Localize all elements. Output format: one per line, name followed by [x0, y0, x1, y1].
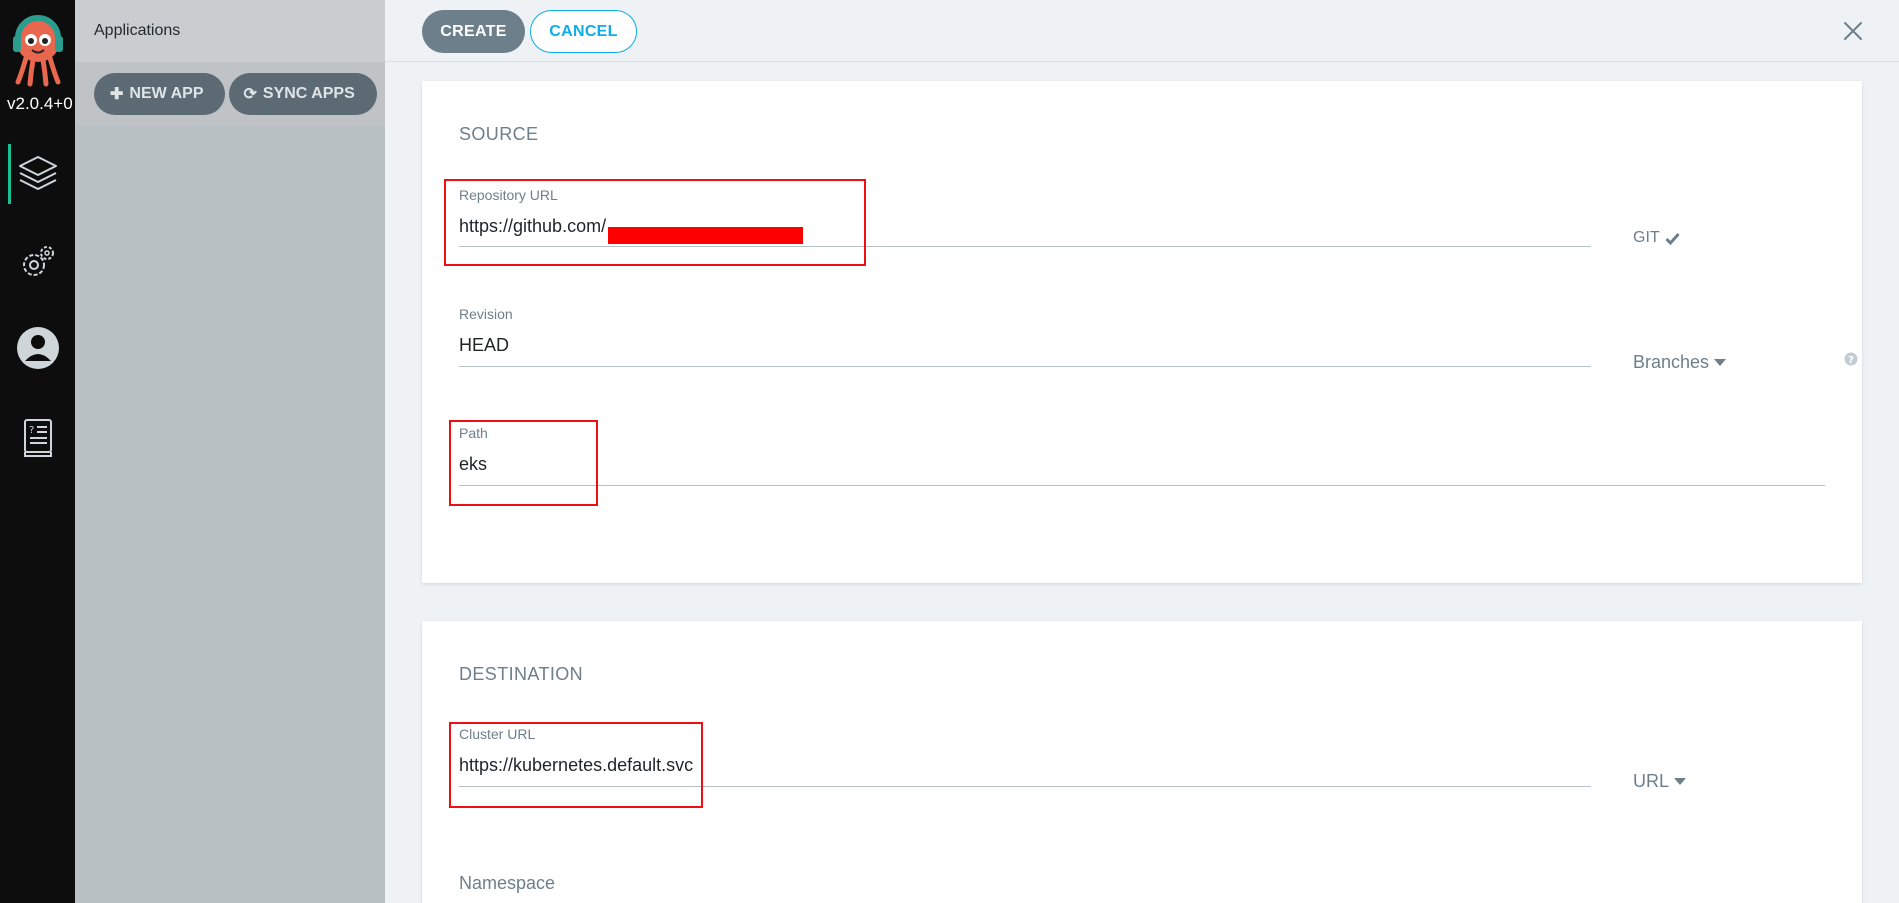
highlight-box-path — [449, 420, 598, 506]
revision-value: HEAD — [459, 335, 510, 355]
namespace-field[interactable]: Namespace — [459, 873, 1591, 903]
namespace-label: Namespace — [459, 873, 556, 893]
nav-item-applications[interactable] — [0, 134, 75, 214]
caret-down-icon — [1674, 777, 1687, 785]
path-underline — [459, 485, 1825, 486]
revision-field[interactable]: Revision HEAD — [459, 306, 1591, 386]
source-section: SOURCE Repository URL https://github.com… — [422, 81, 1862, 583]
gear-icon — [22, 246, 54, 276]
argo-logo[interactable] — [8, 14, 68, 88]
close-icon[interactable] — [1842, 20, 1864, 42]
new-app-label: NEW APP — [129, 85, 204, 102]
revision-underline — [459, 366, 1591, 367]
svg-text:?: ? — [1848, 355, 1854, 366]
path-field[interactable]: Path eks — [459, 425, 1825, 505]
layers-icon — [18, 156, 57, 190]
plus-icon: ✚ — [110, 86, 124, 103]
highlight-box-cluster-url — [449, 722, 703, 808]
revision-mode-label: Branches — [1633, 352, 1710, 372]
new-app-button[interactable]: ✚ NEW APP — [94, 73, 226, 115]
create-button[interactable]: CREATE — [422, 10, 525, 53]
create-app-panel: CREATE CANCEL SOURCE Repository URL http… — [385, 0, 1899, 903]
nav-item-user-info[interactable] — [0, 308, 75, 388]
revision-label: Revision — [459, 306, 513, 322]
applications-panel: Applications ✚ NEW APP ⟳ SYNC APPS — [75, 0, 385, 903]
version-label: v2.0.4+0 — [7, 94, 73, 113]
revision-mode-dropdown[interactable]: Branches — [1633, 352, 1727, 373]
svg-text:?: ? — [29, 425, 34, 436]
cancel-button[interactable]: CANCEL — [530, 10, 637, 53]
user-icon — [16, 327, 59, 369]
repo-type-selector[interactable]: GIT — [1633, 229, 1680, 247]
panel-header: CREATE CANCEL — [385, 0, 1899, 62]
highlight-box-repository-url — [444, 179, 866, 266]
sync-apps-button[interactable]: ⟳ SYNC APPS — [229, 73, 377, 115]
nav-item-settings[interactable] — [0, 222, 75, 302]
destination-section: DESTINATION Cluster URL https://kubernet… — [422, 621, 1862, 903]
cluster-mode-dropdown[interactable]: URL — [1633, 771, 1687, 792]
destination-title: DESTINATION — [459, 664, 584, 684]
source-title: SOURCE — [459, 124, 539, 144]
docs-icon: ? — [23, 419, 52, 457]
caret-down-icon — [1714, 358, 1727, 366]
page-title: Applications — [75, 0, 385, 62]
sync-icon: ⟳ — [243, 86, 257, 103]
sync-apps-label: SYNC APPS — [262, 85, 355, 102]
applications-toolbar: ✚ NEW APP ⟳ SYNC APPS — [75, 62, 385, 126]
cluster-mode-label: URL — [1633, 771, 1670, 791]
nav-item-docs[interactable]: ? — [0, 398, 75, 478]
help-icon[interactable]: ? — [1844, 352, 1858, 366]
check-icon — [1665, 232, 1680, 245]
repo-type-label: GIT — [1633, 229, 1660, 246]
left-nav: v2.0.4+0 ? — [0, 0, 75, 903]
